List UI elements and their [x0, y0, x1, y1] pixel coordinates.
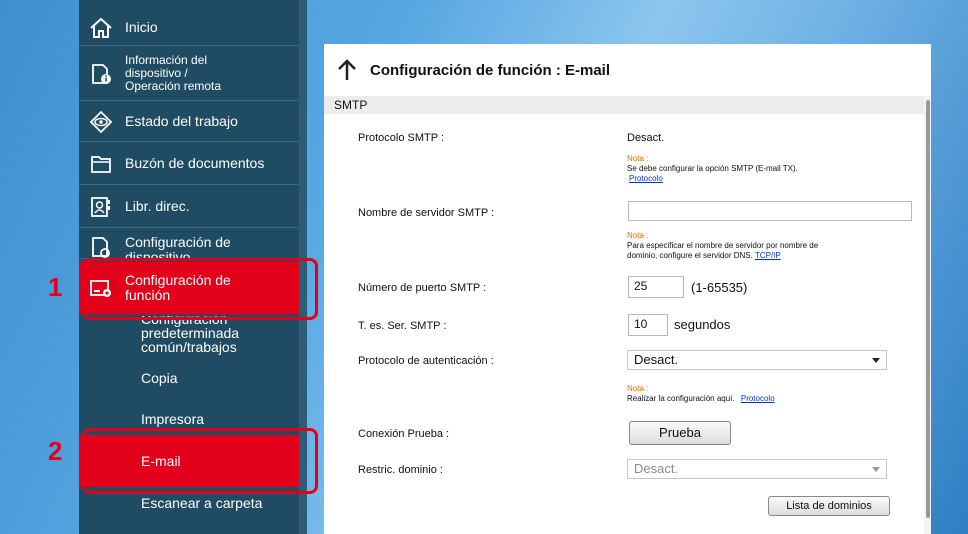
address-book-icon — [91, 196, 110, 217]
smtp-server-note: Nota : Para especificar el nombre de ser… — [627, 231, 818, 261]
home-icon — [90, 17, 112, 38]
sidebar-item-label-line: Operación remota — [125, 79, 222, 93]
sidebar-subitem-label-line: común/trabajos — [141, 339, 237, 355]
panel-header: Configuración de función : E-mail — [324, 44, 931, 96]
domain-restriction-value: Desact. — [634, 461, 679, 476]
sidebar-item-job-status[interactable]: Estado del trabajo — [79, 102, 299, 142]
chevron-down-icon — [872, 358, 880, 363]
connection-test-label: Conexión Prueba : — [358, 428, 450, 440]
note-title: Nota : — [627, 384, 649, 393]
sidebar-subitem-printer[interactable]: Impresora — [79, 412, 299, 428]
note-title: Nota : — [627, 231, 649, 240]
sidebar-subitem-label: Copia — [141, 370, 178, 386]
smtp-port-label: Número de puerto SMTP : — [358, 282, 487, 294]
sidebar-subitem-copy[interactable]: Copia — [79, 371, 299, 387]
device-settings-icon — [92, 237, 110, 258]
smtp-protocol-note: Nota : Se debe configurar la opción SMTP… — [627, 154, 798, 184]
sidebar-item-home[interactable]: Inicio — [79, 10, 299, 46]
sidebar-subitem-scan-to-folder[interactable]: Escanear a carpeta — [79, 496, 299, 512]
folder-icon — [91, 155, 111, 173]
sidebar-item-address-book[interactable]: Libr. direc. — [79, 186, 299, 228]
auth-protocol-value: Desact. — [634, 352, 679, 367]
sidebar-item-label-line: Configuración de — [125, 234, 231, 250]
sidebar-item-label: Estado del trabajo — [125, 113, 238, 129]
callout-frame-2 — [82, 428, 318, 494]
tcpip-link[interactable]: TCP/IP — [755, 251, 781, 260]
callout-frame-1 — [82, 258, 318, 320]
smtp-server-input[interactable] — [628, 201, 912, 221]
smtp-timeout-unit: segundos — [674, 317, 731, 332]
note-text-line: Para especificar el nombre de servidor p… — [627, 241, 819, 250]
domain-list-button[interactable]: Lista de dominios — [768, 496, 890, 516]
sidebar-item-label: Buzón de documentos — [125, 155, 265, 171]
section-header-smtp: SMTP — [324, 96, 924, 114]
note-text-line: dominio, configure el servidor DNS. — [627, 251, 753, 260]
sidebar-subitem-label-line: predeterminada — [141, 325, 240, 341]
arrow-up-icon[interactable] — [336, 59, 358, 81]
protocol-link[interactable]: Protocolo — [629, 174, 798, 184]
sidebar-item-document-box[interactable]: Buzón de documentos — [79, 143, 299, 185]
page-title: Configuración de función : E-mail — [370, 61, 610, 79]
smtp-server-label: Nombre de servidor SMTP : — [358, 207, 495, 219]
eye-icon — [89, 110, 113, 133]
sidebar-subitem-label: Escanear a carpeta — [141, 495, 263, 511]
sidebar-item-label: Inicio — [125, 19, 158, 35]
chevron-down-icon — [872, 467, 880, 472]
note-text: Se debe configurar la opción SMTP (E-mai… — [627, 164, 798, 173]
sidebar-item-device-settings[interactable]: Configuración de dispositivo — [79, 229, 299, 259]
protocol-link[interactable]: Protocolo — [741, 394, 775, 403]
auth-protocol-label: Protocolo de autenticación : — [358, 355, 494, 367]
settings-panel: Configuración de función : E-mail SMTP P… — [324, 44, 931, 534]
auth-protocol-note: Nota : Realizar la configuración aquí. P… — [627, 384, 775, 404]
smtp-protocol-value: Desact. — [627, 132, 665, 144]
smtp-port-input[interactable]: 25 — [628, 276, 684, 298]
domain-restriction-select[interactable]: Desact. — [627, 459, 887, 479]
sidebar-item-label: Libr. direc. — [125, 198, 190, 214]
sidebar-item-device-info[interactable]: Información del dispositivo / Operación … — [79, 47, 299, 101]
note-text: Realizar la configuración aquí. — [627, 394, 735, 403]
scrollbar-thumb[interactable] — [926, 100, 930, 518]
sidebar-subitem-common-defaults[interactable]: Configuración predeterminada común/traba… — [79, 316, 299, 358]
domain-restriction-label: Restric. dominio : — [358, 464, 443, 476]
smtp-protocol-label: Protocolo SMTP : — [358, 132, 444, 144]
sidebar-subitem-label: Impresora — [141, 411, 205, 427]
note-title: Nota : — [627, 154, 649, 163]
smtp-port-range: (1-65535) — [691, 280, 748, 295]
test-button[interactable]: Prueba — [629, 421, 731, 445]
callout-number-1: 1 — [48, 272, 63, 302]
smtp-timeout-input[interactable]: 10 — [628, 314, 668, 336]
callout-number-2: 2 — [48, 436, 63, 466]
auth-protocol-select[interactable]: Desact. — [627, 350, 887, 370]
device-info-icon — [92, 63, 111, 84]
smtp-timeout-label: T. es. Ser. SMTP : — [358, 320, 447, 332]
